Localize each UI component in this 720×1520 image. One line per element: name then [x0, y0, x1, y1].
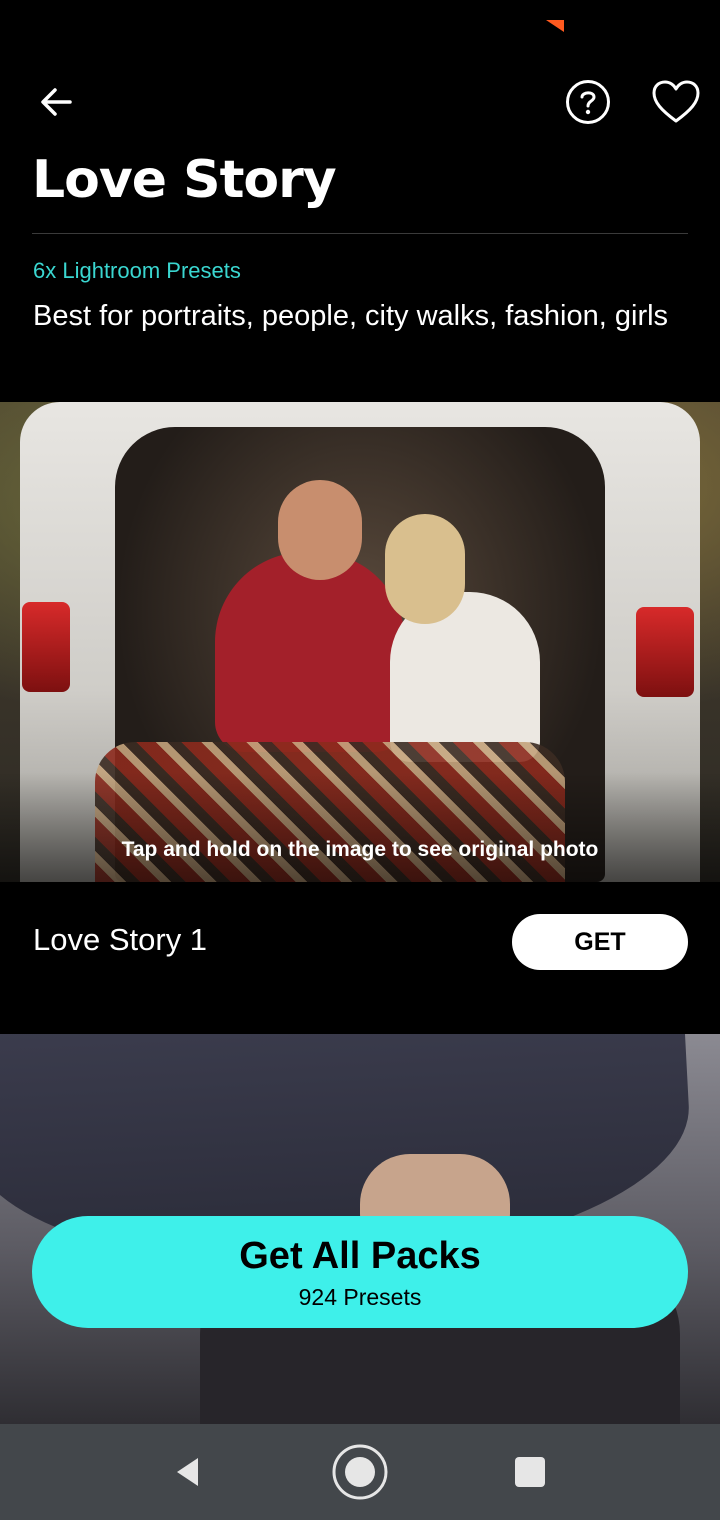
help-button[interactable]	[560, 74, 616, 130]
preset-name: Love Story 1	[33, 922, 208, 957]
heart-outline-icon	[652, 80, 700, 123]
status-bar	[0, 0, 720, 50]
top-app-bar	[0, 60, 720, 140]
cta-title: Get All Packs	[239, 1234, 481, 1277]
pack-subtitle: 6x Lightroom Presets	[33, 258, 241, 283]
tail-light-right	[636, 607, 694, 697]
nav-home-circle-icon	[332, 1444, 388, 1500]
get-all-packs-button[interactable]: Get All Packs 924 Presets	[32, 1216, 688, 1328]
pack-description: Best for portraits, people, city walks, …	[33, 300, 669, 332]
help-circle-icon	[566, 80, 610, 124]
get-preset-button[interactable]: GET	[512, 914, 688, 970]
back-button[interactable]	[28, 74, 84, 130]
nav-recents-square-icon	[515, 1457, 545, 1487]
preset-preview-image[interactable]: Tap and hold on the image to see origina…	[0, 402, 720, 882]
system-home-button[interactable]	[332, 1444, 388, 1500]
image-gradient-overlay	[0, 772, 720, 882]
nav-back-triangle-icon	[177, 1458, 198, 1486]
divider	[32, 233, 688, 234]
person-man-illustration	[215, 552, 405, 752]
system-navigation-bar	[0, 1424, 720, 1520]
page-title: Love Story	[32, 150, 337, 210]
cta-subtitle: 924 Presets	[298, 1283, 422, 1310]
status-indicator-icon	[546, 20, 564, 32]
person-woman-head	[385, 514, 465, 624]
favorite-button[interactable]	[648, 74, 704, 130]
system-back-button[interactable]	[160, 1444, 216, 1500]
person-man-head	[278, 480, 362, 580]
preview-hint-text: Tap and hold on the image to see origina…	[121, 838, 599, 861]
system-recents-button[interactable]	[502, 1444, 558, 1500]
arrow-left-icon	[41, 88, 72, 116]
tail-light-left	[22, 602, 70, 692]
